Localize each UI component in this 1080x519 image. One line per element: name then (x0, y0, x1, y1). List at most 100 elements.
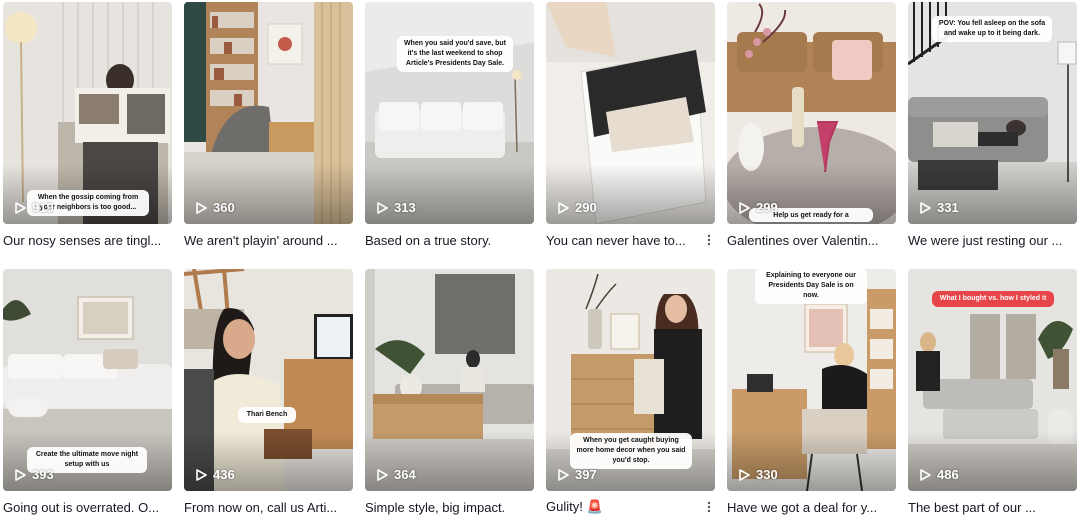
video-caption[interactable]: Our nosy senses are tingl... (3, 230, 172, 250)
caption-text: Have we got a deal for y... (727, 499, 878, 515)
video-thumbnail[interactable]: 360 (184, 2, 353, 224)
thumbnail-shade (184, 431, 353, 491)
video-card[interactable]: When you said you'd save, but it's the l… (365, 2, 534, 250)
thumbnail-shade (727, 431, 896, 491)
video-card[interactable]: Explaining to everyone our Presidents Da… (727, 269, 896, 517)
view-count-value: 436 (213, 467, 235, 482)
view-count: 393 (15, 467, 54, 482)
play-icon (558, 201, 569, 214)
video-card[interactable]: Help us get ready for a Galentines party… (727, 2, 896, 250)
video-thumbnail[interactable]: Thari Bench 436 (184, 269, 353, 491)
video-caption[interactable]: Based on a true story. (365, 230, 534, 250)
video-thumbnail[interactable]: When you said you'd save, but it's the l… (365, 2, 534, 224)
caption-text: Based on a true story. (365, 232, 492, 248)
video-card[interactable]: 360 We aren't playin' around ... (184, 2, 353, 250)
video-thumbnail[interactable]: 364 (365, 269, 534, 491)
video-overlay-text: Thari Bench (238, 407, 296, 423)
video-caption[interactable]: Gulity! 🚨 (546, 497, 715, 517)
play-icon (15, 468, 26, 481)
video-grid: When the gossip coming from your neighbo… (0, 0, 1080, 519)
video-overlay-text: What I bought vs. how I styled it (932, 291, 1054, 307)
thumbnail-shade (908, 164, 1077, 224)
view-count-value: 290 (575, 200, 597, 215)
view-count: 360 (196, 200, 235, 215)
video-thumbnail[interactable]: When you get caught buying more home dec… (546, 269, 715, 491)
video-caption[interactable]: You can never have to... (546, 230, 715, 250)
video-caption[interactable]: We were just resting our ... (908, 230, 1077, 250)
view-count: 330 (739, 467, 778, 482)
video-thumbnail[interactable]: Help us get ready for a Galentines party… (727, 2, 896, 224)
thumbnail-shade (908, 431, 1077, 491)
thumbnail-shade (184, 164, 353, 224)
view-count-value: 360 (213, 200, 235, 215)
video-card[interactable]: When the gossip coming from your neighbo… (3, 2, 172, 250)
thumbnail-shade (365, 431, 534, 491)
play-icon (15, 201, 26, 214)
play-icon (920, 468, 931, 481)
video-overlay-text: When you said you'd save, but it's the l… (397, 36, 513, 72)
caption-text: Gulity! 🚨 (546, 499, 603, 514)
caption-text: Going out is overrated. O... (3, 499, 160, 515)
play-icon (739, 201, 750, 214)
view-count-value: 331 (937, 200, 959, 215)
view-count-value: 397 (575, 467, 597, 482)
view-count: 397 (558, 467, 597, 482)
more-options-icon[interactable] (703, 500, 715, 514)
video-overlay-text: When you get caught buying more home dec… (570, 433, 692, 469)
video-caption[interactable]: Simple style, big impact. (365, 497, 534, 517)
thumbnail-shade (546, 164, 715, 224)
video-thumbnail[interactable]: POV: You fell asleep on the sofa and wak… (908, 2, 1077, 224)
view-count-value: 364 (394, 467, 416, 482)
caption-text: Our nosy senses are tingl... (3, 232, 162, 248)
video-thumbnail[interactable]: Create the ultimate move night setup wit… (3, 269, 172, 491)
view-count-value: 486 (937, 467, 959, 482)
video-thumbnail[interactable]: Explaining to everyone our Presidents Da… (727, 269, 896, 491)
video-overlay-text: POV: You fell asleep on the sofa and wak… (932, 16, 1052, 42)
play-icon (196, 468, 207, 481)
caption-text: Galentines over Valentin... (727, 232, 879, 248)
video-thumbnail[interactable]: 290 (546, 2, 715, 224)
thumbnail-shade (365, 164, 534, 224)
video-card[interactable]: What I bought vs. how I styled it 486 Th… (908, 269, 1077, 517)
video-thumbnail[interactable]: When the gossip coming from your neighbo… (3, 2, 172, 224)
video-thumbnail[interactable]: What I bought vs. how I styled it 486 (908, 269, 1077, 491)
caption-text: You can never have to... (546, 232, 686, 248)
play-icon (558, 468, 569, 481)
view-count-value: 919 (32, 200, 54, 215)
video-caption[interactable]: Galentines over Valentin... (727, 230, 896, 250)
video-caption[interactable]: The best part of our ... (908, 497, 1077, 517)
view-count: 290 (558, 200, 597, 215)
play-icon (377, 468, 388, 481)
view-count: 919 (15, 200, 54, 215)
caption-text: We were just resting our ... (908, 232, 1063, 248)
video-caption[interactable]: Have we got a deal for y... (727, 497, 896, 517)
caption-text: We aren't playin' around ... (184, 232, 338, 248)
play-icon (739, 468, 750, 481)
view-count: 486 (920, 467, 959, 482)
video-card[interactable]: Thari Bench 436 From now on, call us Art… (184, 269, 353, 517)
play-icon (920, 201, 931, 214)
view-count-value: 313 (394, 200, 416, 215)
more-options-icon[interactable] (703, 233, 715, 247)
view-count: 331 (920, 200, 959, 215)
video-card[interactable]: 290 You can never have to... (546, 2, 715, 250)
video-card[interactable]: Create the ultimate move night setup wit… (3, 269, 172, 517)
view-count: 364 (377, 467, 416, 482)
video-card[interactable]: When you get caught buying more home dec… (546, 269, 715, 517)
video-card[interactable]: POV: You fell asleep on the sofa and wak… (908, 2, 1077, 250)
view-count: 299 (739, 200, 778, 215)
caption-text: From now on, call us Arti... (184, 499, 338, 515)
video-overlay-text: Explaining to everyone our Presidents Da… (755, 269, 867, 304)
video-caption[interactable]: We aren't playin' around ... (184, 230, 353, 250)
play-icon (196, 201, 207, 214)
video-caption[interactable]: From now on, call us Arti... (184, 497, 353, 517)
view-count: 313 (377, 200, 416, 215)
view-count: 436 (196, 467, 235, 482)
view-count-value: 393 (32, 467, 54, 482)
video-caption[interactable]: Going out is overrated. O... (3, 497, 172, 517)
view-count-value: 330 (756, 467, 778, 482)
play-icon (377, 201, 388, 214)
caption-text: The best part of our ... (908, 499, 1036, 515)
video-card[interactable]: 364 Simple style, big impact. (365, 269, 534, 517)
caption-text: Simple style, big impact. (365, 499, 506, 515)
